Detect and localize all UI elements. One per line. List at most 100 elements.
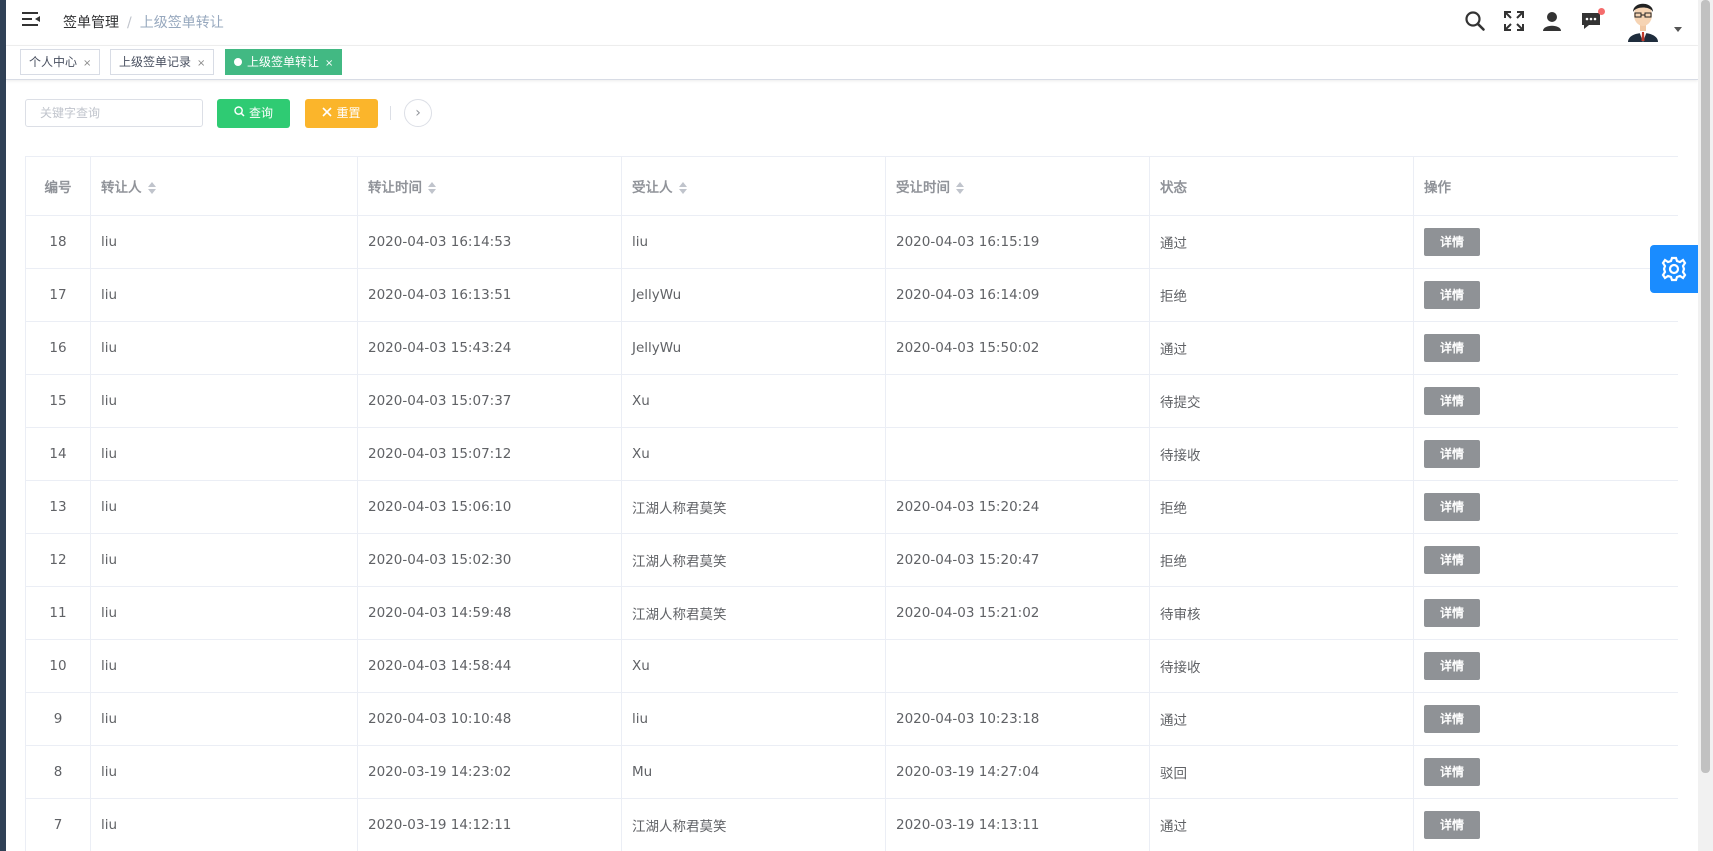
cell-action: 详情 <box>1413 427 1678 481</box>
tag-label: 上级签单转让 <box>247 55 320 69</box>
sidebar-edge <box>0 0 6 851</box>
cell-accept-time: 2020-04-03 10:23:18 <box>885 692 1150 746</box>
reset-button[interactable]: 重置 <box>305 99 378 128</box>
cell-status: 通过 <box>1149 321 1414 375</box>
close-icon[interactable]: × <box>83 58 91 69</box>
cell-transferor: liu <box>90 321 358 375</box>
cell-transferee: JellyWu <box>621 268 886 322</box>
table-row: 12 liu 2020-04-03 15:02:30 江湖人称君莫笑 2020-04-0… <box>25 533 1678 587</box>
cell-transferee: 江湖人称君莫笑 <box>621 480 886 534</box>
cell-status: 驳回 <box>1149 745 1414 799</box>
cell-accept-time: 2020-04-03 16:14:09 <box>885 268 1150 322</box>
tag-superior-sign-record[interactable]: 上级签单记录 × <box>110 49 215 75</box>
table-row: 7 liu 2020-03-19 14:12:11 江湖人称君莫笑 2020-03-19… <box>25 798 1678 851</box>
cell-status: 待提交 <box>1149 374 1414 428</box>
cell-id: 16 <box>25 321 91 375</box>
query-button[interactable]: 查询 <box>217 99 290 128</box>
cell-transfer-time: 2020-04-03 14:59:48 <box>357 586 622 640</box>
col-status-header: 状态 <box>1149 156 1414 216</box>
close-icon[interactable]: × <box>197 58 205 69</box>
sort-caret-icon[interactable] <box>678 181 688 195</box>
cell-transferor: liu <box>90 480 358 534</box>
table-row: 17 liu 2020-04-03 16:13:51 JellyWu 2020-04-0… <box>25 268 1678 322</box>
fullscreen-icon[interactable] <box>1503 10 1525 32</box>
cell-id: 11 <box>25 586 91 640</box>
menu-fold-icon[interactable] <box>22 11 42 27</box>
table-row: 14 liu 2020-04-03 15:07:12 Xu 待接收 详情 <box>25 427 1678 481</box>
table-row: 18 liu 2020-04-03 16:14:53 liu 2020-04-03 16… <box>25 215 1678 269</box>
cell-accept-time <box>885 374 1150 428</box>
cell-accept-time: 2020-04-03 15:50:02 <box>885 321 1150 375</box>
column-label: 受让时间 <box>896 180 950 196</box>
cell-accept-time: 2020-03-19 14:27:04 <box>885 745 1150 799</box>
cell-accept-time: 2020-04-03 16:15:19 <box>885 215 1150 269</box>
col-action-header: 操作 <box>1413 156 1678 216</box>
sort-caret-icon[interactable] <box>427 181 437 195</box>
cell-accept-time <box>885 639 1150 693</box>
gear-icon <box>1661 256 1687 282</box>
cell-action: 详情 <box>1413 321 1678 375</box>
expand-button[interactable]: › <box>404 99 432 127</box>
tag-label: 个人中心 <box>29 55 78 69</box>
detail-button[interactable]: 详情 <box>1424 599 1480 627</box>
col-transfer-time-header[interactable]: 转让时间 <box>357 156 622 216</box>
cell-transfer-time: 2020-04-03 16:13:51 <box>357 268 622 322</box>
search-input[interactable] <box>25 99 203 127</box>
cell-status: 通过 <box>1149 692 1414 746</box>
cell-accept-time: 2020-04-03 15:20:24 <box>885 480 1150 534</box>
column-label: 受让人 <box>632 180 673 196</box>
user-icon[interactable] <box>1541 10 1563 32</box>
cell-action: 详情 <box>1413 639 1678 693</box>
cell-transferor: liu <box>90 692 358 746</box>
breadcrumb-item-sign-management[interactable]: 签单管理 <box>63 15 119 31</box>
col-transferee-header[interactable]: 受让人 <box>621 156 886 216</box>
detail-button[interactable]: 详情 <box>1424 228 1480 256</box>
cell-transferee: 江湖人称君莫笑 <box>621 798 886 851</box>
tag-personal-center[interactable]: 个人中心 × <box>20 49 101 75</box>
col-transferor-header[interactable]: 转让人 <box>90 156 358 216</box>
cell-transfer-time: 2020-04-03 14:58:44 <box>357 639 622 693</box>
scrollbar-thumb[interactable] <box>1701 0 1710 773</box>
cell-id: 7 <box>25 798 91 851</box>
col-accept-time-header[interactable]: 受让时间 <box>885 156 1150 216</box>
cell-id: 9 <box>25 692 91 746</box>
detail-button[interactable]: 详情 <box>1424 440 1480 468</box>
column-label: 转让时间 <box>368 180 422 196</box>
settings-button[interactable] <box>1650 245 1698 293</box>
cell-id: 18 <box>25 215 91 269</box>
detail-button[interactable]: 详情 <box>1424 811 1480 839</box>
cell-action: 详情 <box>1413 692 1678 746</box>
data-table: 编号 转让人 转让时间 受让人 受让时间 状态 操作 18 liu 2020-04-03 16:… <box>25 156 1678 851</box>
table-row: 10 liu 2020-04-03 14:58:44 Xu 待接收 详情 <box>25 639 1678 693</box>
cell-transferor: liu <box>90 427 358 481</box>
sort-caret-icon[interactable] <box>955 181 965 195</box>
avatar[interactable] <box>1622 0 1664 42</box>
detail-button[interactable]: 详情 <box>1424 334 1480 362</box>
cell-status: 待接收 <box>1149 639 1414 693</box>
close-icon <box>322 99 333 128</box>
cell-id: 12 <box>25 533 91 587</box>
sort-caret-icon[interactable] <box>147 181 157 195</box>
detail-button[interactable]: 详情 <box>1424 705 1480 733</box>
detail-button[interactable]: 详情 <box>1424 281 1480 309</box>
cell-transfer-time: 2020-04-03 15:07:12 <box>357 427 622 481</box>
cell-accept-time <box>885 427 1150 481</box>
detail-button[interactable]: 详情 <box>1424 652 1480 680</box>
detail-button[interactable]: 详情 <box>1424 546 1480 574</box>
detail-button[interactable]: 详情 <box>1424 387 1480 415</box>
cell-id: 13 <box>25 480 91 534</box>
cell-action: 详情 <box>1413 268 1678 322</box>
table-header-row: 编号 转让人 转让时间 受让人 受让时间 状态 操作 <box>25 156 1678 216</box>
cell-transfer-time: 2020-03-19 14:12:11 <box>357 798 622 851</box>
cell-transferor: liu <box>90 215 358 269</box>
chevron-down-icon[interactable] <box>1674 27 1682 32</box>
detail-button[interactable]: 详情 <box>1424 758 1480 786</box>
detail-button[interactable]: 详情 <box>1424 493 1480 521</box>
close-icon[interactable]: × <box>325 58 333 69</box>
table-row: 9 liu 2020-04-03 10:10:48 liu 2020-04-03 10:… <box>25 692 1678 746</box>
cell-transfer-time: 2020-04-03 16:14:53 <box>357 215 622 269</box>
cell-transfer-time: 2020-04-03 10:10:48 <box>357 692 622 746</box>
search-icon[interactable] <box>1464 10 1486 32</box>
tag-superior-sign-transfer[interactable]: 上级签单转让 × <box>225 49 343 75</box>
cell-transfer-time: 2020-03-19 14:23:02 <box>357 745 622 799</box>
